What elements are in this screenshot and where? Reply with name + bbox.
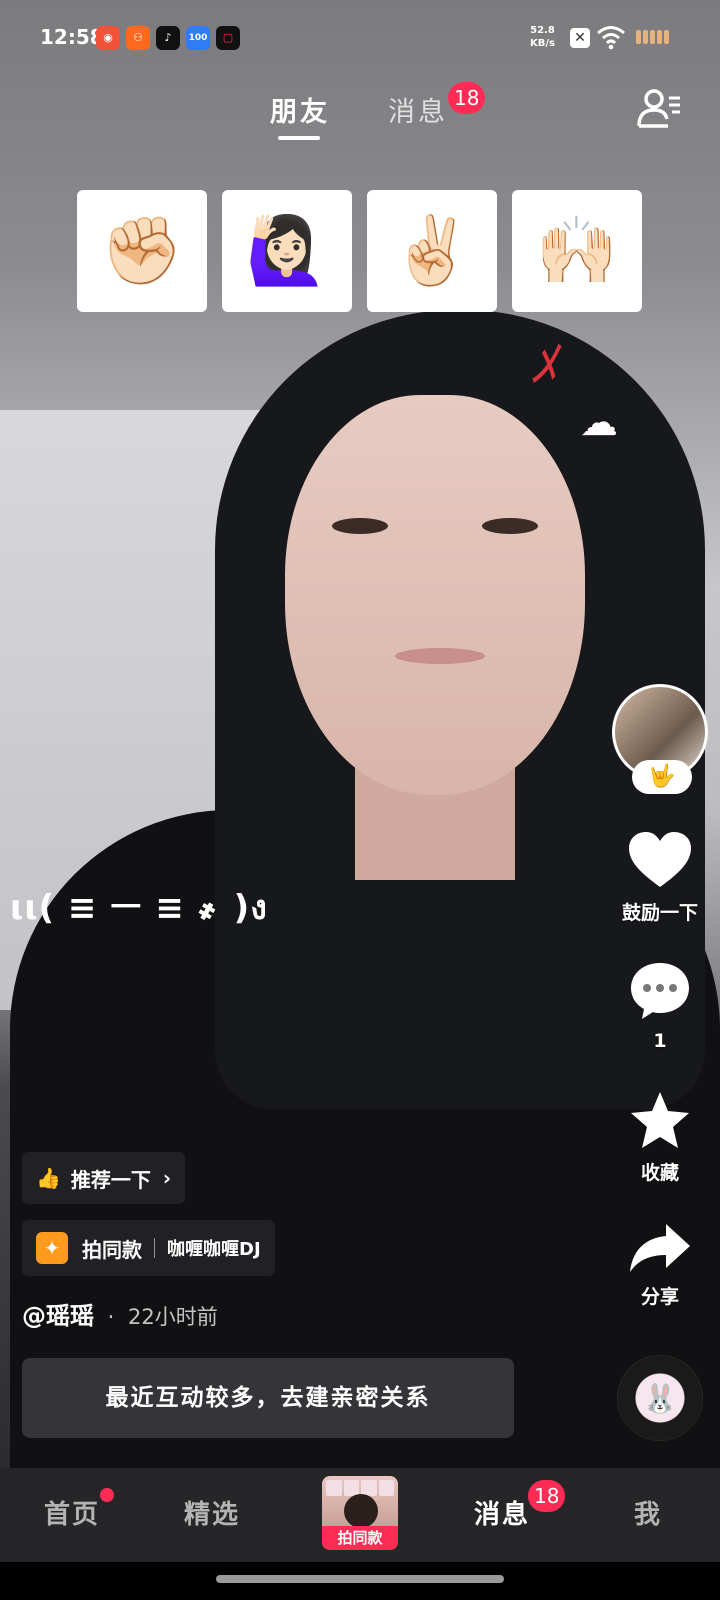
- recommend-label: 推荐一下: [70, 1167, 151, 1192]
- app-icon-2: ⚇: [126, 26, 150, 50]
- nav-me[interactable]: 我: [634, 1494, 662, 1531]
- gesture-card-girl[interactable]: 🙋🏻‍♀️: [222, 190, 352, 312]
- music-disc-icon[interactable]: 🐰: [617, 1355, 703, 1441]
- share-arrow-icon: [630, 1224, 690, 1272]
- sparkle-icon: ✦: [36, 1232, 68, 1264]
- contacts-icon[interactable]: [636, 86, 682, 132]
- messages-badge: 18: [448, 82, 486, 114]
- home-red-dot: [100, 1488, 114, 1502]
- gesture-card-fist[interactable]: ✊🏻: [77, 190, 207, 312]
- app-icon-100: 100: [186, 26, 210, 50]
- comment-count: 1: [653, 1030, 667, 1052]
- author-name[interactable]: @瑶瑶: [22, 1302, 94, 1330]
- gesture-card-victory[interactable]: ✌🏻: [367, 190, 497, 312]
- post-time: 22小时前: [127, 1305, 218, 1329]
- home-indicator[interactable]: [216, 1575, 504, 1583]
- same-style-label: 拍同款: [82, 1237, 142, 1262]
- net-speed: 52.8 KB/s: [530, 25, 555, 49]
- nav-featured[interactable]: 精选: [184, 1494, 240, 1531]
- wifi-icon: [597, 26, 625, 50]
- nav-same-style[interactable]: 拍同款: [322, 1476, 398, 1550]
- gesture-card-raised-hands[interactable]: 🙌🏻: [512, 190, 642, 312]
- avatar-follow-badge[interactable]: 🤟: [632, 760, 692, 794]
- nav-messages-badge: 18: [528, 1480, 566, 1512]
- person-face: [285, 395, 585, 795]
- status-bar: 12:58 ◉ ⚇ ♪ 100 ▢ 52.8 KB/s ✕: [0, 0, 720, 78]
- tiktok-icon: ♪: [156, 26, 180, 50]
- separator-dot: ·: [107, 1305, 115, 1329]
- active-tab-indicator: [278, 136, 320, 140]
- star-icon: [631, 1092, 689, 1148]
- notification-app-icons: ◉ ⚇ ♪ 100 ▢: [96, 26, 240, 50]
- encourage-label: 鼓励一下: [621, 902, 698, 924]
- chevron-right-icon: ›: [162, 1166, 172, 1190]
- thumbs-up-icon: 👍: [36, 1166, 61, 1190]
- same-style-chip[interactable]: ✦ 拍同款 咖喱咖喱DJ: [22, 1220, 275, 1276]
- music-title: 咖喱咖喱DJ: [167, 1239, 261, 1260]
- puff-sticker: ☁: [580, 400, 618, 444]
- share-label: 分享: [640, 1286, 679, 1308]
- same-style-thumbnail: [344, 1494, 378, 1528]
- top-tabs: 朋友 消息 18: [0, 82, 720, 140]
- comment-icon: [631, 963, 689, 1019]
- recommend-button[interactable]: 👍 推荐一下 ›: [22, 1152, 186, 1204]
- nav-messages[interactable]: 消息 18: [474, 1480, 566, 1531]
- app-icon-video: ▢: [216, 26, 240, 50]
- chip-divider: [154, 1238, 155, 1258]
- favorite-label: 收藏: [640, 1162, 679, 1184]
- nav-home[interactable]: 首页: [44, 1488, 114, 1531]
- app-icon-1: ◉: [96, 26, 120, 50]
- comment-button[interactable]: 1: [606, 960, 714, 1052]
- bottom-navigation: 首页 精选 拍同款 消息 18 我: [0, 1468, 720, 1562]
- kaomoji-sticker: ιι( ≡ ㅡ ≡ ҂ )ง: [10, 888, 268, 928]
- tab-messages[interactable]: 消息 18: [388, 82, 486, 129]
- right-eye: [482, 518, 538, 534]
- left-eye: [332, 518, 388, 534]
- heart-icon: [629, 832, 691, 887]
- status-time: 12:58: [40, 25, 104, 49]
- close-notification-icon: ✕: [570, 28, 590, 48]
- gesture-cards: ✊🏻 🙋🏻‍♀️ ✌🏻 🙌🏻: [77, 190, 642, 312]
- battery-icon: [636, 30, 669, 44]
- build-intimacy-button[interactable]: 最近互动较多，去建亲密关系: [22, 1358, 514, 1438]
- encourage-button[interactable]: 鼓励一下: [606, 830, 714, 925]
- favorite-button[interactable]: 收藏: [606, 1090, 714, 1185]
- tab-friends[interactable]: 朋友: [270, 90, 330, 140]
- author-line: @瑶瑶 · 22小时前: [22, 1296, 218, 1331]
- share-button[interactable]: 分享: [606, 1222, 714, 1309]
- mouth: [395, 648, 485, 664]
- nav-same-style-label: 拍同款: [322, 1526, 398, 1550]
